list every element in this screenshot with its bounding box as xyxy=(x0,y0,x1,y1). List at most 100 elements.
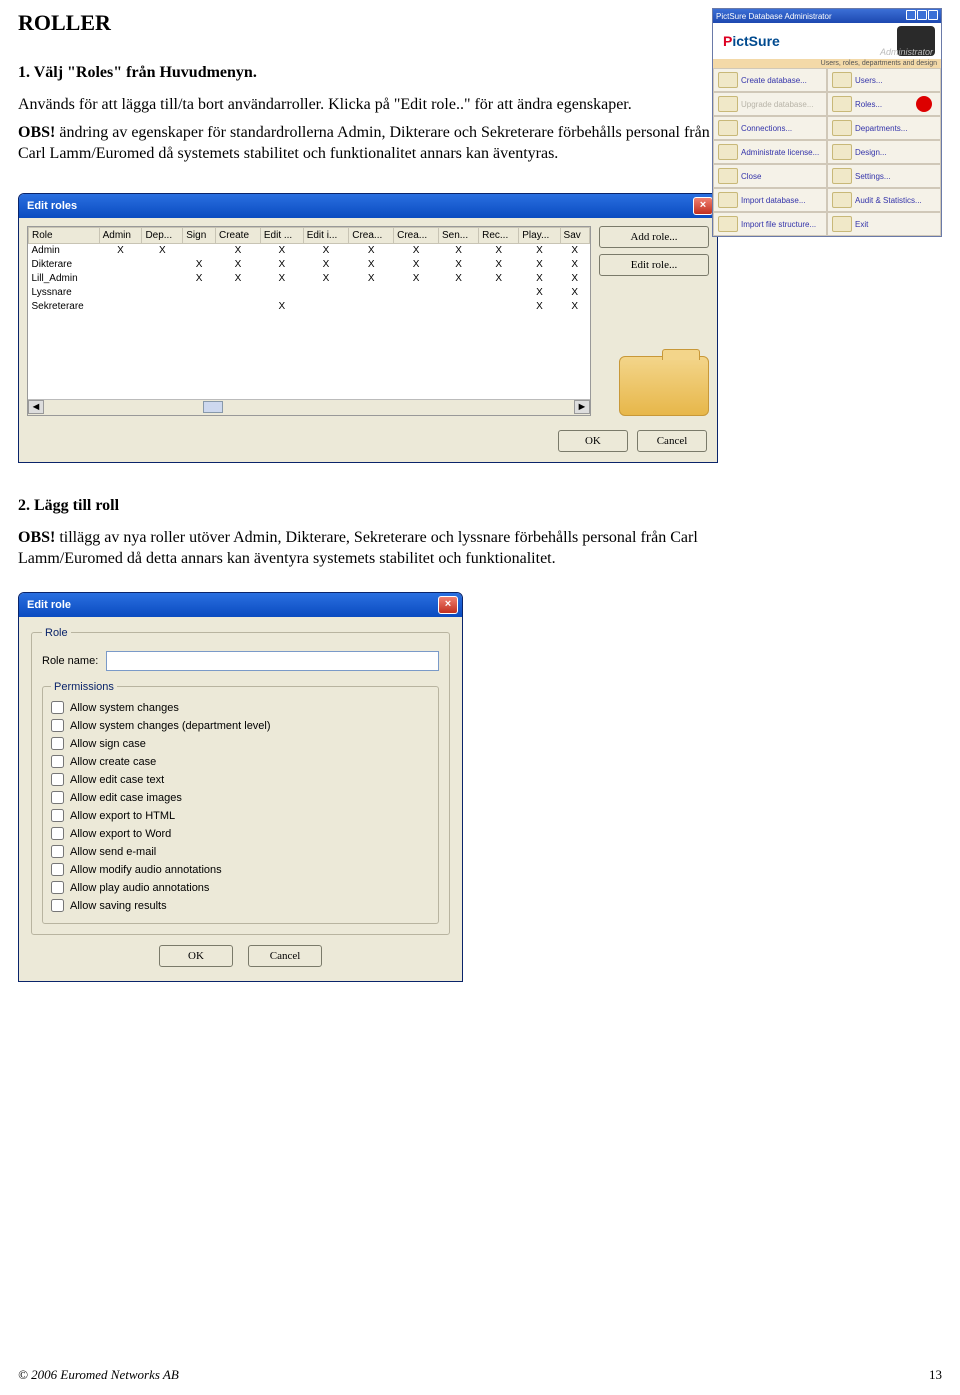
permission-checkbox[interactable] xyxy=(51,809,64,822)
column-header[interactable]: Sign xyxy=(183,227,216,243)
permission-checkbox[interactable] xyxy=(51,863,64,876)
column-header[interactable]: Rec... xyxy=(479,227,519,243)
menu-item-icon xyxy=(718,96,738,112)
column-header[interactable]: Role xyxy=(29,227,100,243)
permission-cell: X xyxy=(303,243,349,257)
close-icon[interactable]: × xyxy=(693,197,713,215)
permission-label: Allow modify audio annotations xyxy=(70,864,222,876)
column-header[interactable]: Create xyxy=(216,227,261,243)
column-header[interactable]: Dep... xyxy=(142,227,183,243)
permission-cell xyxy=(349,299,394,313)
admin-menu-item[interactable]: Audit & Statistics... xyxy=(827,188,941,212)
add-role-button[interactable]: Add role... xyxy=(599,226,709,248)
permission-checkbox[interactable] xyxy=(51,719,64,732)
column-header[interactable]: Edit ... xyxy=(260,227,303,243)
admin-menu-item[interactable]: Settings... xyxy=(827,164,941,188)
ok-button[interactable]: OK xyxy=(159,945,233,967)
ok-button[interactable]: OK xyxy=(558,430,628,452)
column-header[interactable]: Play... xyxy=(519,227,560,243)
roles-table[interactable]: RoleAdminDep...SignCreateEdit ...Edit i.… xyxy=(27,226,591,416)
menu-item-label: Administrate license... xyxy=(741,148,819,157)
admin-menu-item[interactable]: Exit xyxy=(827,212,941,236)
permission-cell xyxy=(142,257,183,271)
menu-item-icon xyxy=(832,120,852,136)
window-buttons[interactable] xyxy=(905,10,938,22)
role-group-legend: Role xyxy=(42,627,71,639)
column-header[interactable]: Sen... xyxy=(438,227,478,243)
admin-menu-item[interactable]: Close xyxy=(713,164,827,188)
horizontal-scrollbar[interactable]: ◄ ► xyxy=(28,399,590,415)
column-header[interactable]: Crea... xyxy=(349,227,394,243)
table-row[interactable]: DikterareXXXXXXXXXX xyxy=(29,257,590,271)
close-icon[interactable]: × xyxy=(438,596,458,614)
permission-row: Allow saving results xyxy=(51,897,430,915)
highlight-marker-icon xyxy=(916,96,932,112)
permission-label: Allow edit case images xyxy=(70,792,182,804)
permission-cell xyxy=(142,285,183,299)
permission-cell: X xyxy=(183,271,216,285)
menu-item-label: Create database... xyxy=(741,76,807,85)
menu-item-label: Audit & Statistics... xyxy=(855,196,922,205)
column-header[interactable]: Admin xyxy=(99,227,142,243)
menu-item-icon xyxy=(832,96,852,112)
permission-cell xyxy=(394,285,439,299)
admin-menu-item: Upgrade database... xyxy=(713,92,827,116)
permission-cell: X xyxy=(99,243,142,257)
permission-checkbox[interactable] xyxy=(51,755,64,768)
permission-cell xyxy=(99,299,142,313)
admin-menu-item[interactable]: Departments... xyxy=(827,116,941,140)
admin-menu-item[interactable]: Connections... xyxy=(713,116,827,140)
column-header[interactable]: Sav xyxy=(560,227,589,243)
scroll-right-icon[interactable]: ► xyxy=(574,400,590,414)
menu-item-label: Roles... xyxy=(855,100,882,109)
admin-menu-item[interactable]: Create database... xyxy=(713,68,827,92)
column-header[interactable]: Edit i... xyxy=(303,227,349,243)
permission-cell: X xyxy=(216,243,261,257)
admin-menu-item[interactable]: Roles... xyxy=(827,92,941,116)
permission-row: Allow modify audio annotations xyxy=(51,861,430,879)
admin-menu-item[interactable]: Import database... xyxy=(713,188,827,212)
admin-menu-item[interactable]: Users... xyxy=(827,68,941,92)
obs-2-label: OBS! xyxy=(18,529,55,546)
permission-cell xyxy=(438,285,478,299)
page-footer: © 2006 Euromed Networks AB 13 xyxy=(18,1367,942,1383)
permission-label: Allow export to HTML xyxy=(70,810,175,822)
permission-checkbox[interactable] xyxy=(51,845,64,858)
permission-cell: X xyxy=(438,271,478,285)
cancel-button[interactable]: Cancel xyxy=(637,430,707,452)
admin-window-title: PictSure Database Administrator xyxy=(716,12,832,21)
obs-1-label: OBS! xyxy=(18,124,55,141)
role-name-cell: Dikterare xyxy=(29,257,100,271)
cancel-button[interactable]: Cancel xyxy=(248,945,322,967)
table-row[interactable]: AdminXXXXXXXXXXX xyxy=(29,243,590,257)
permission-cell: X xyxy=(260,271,303,285)
menu-item-label: Exit xyxy=(855,220,868,229)
menu-item-icon xyxy=(832,216,852,232)
admin-menu-item[interactable]: Import file structure... xyxy=(713,212,827,236)
permission-checkbox[interactable] xyxy=(51,773,64,786)
table-row[interactable]: SekreterareXXX xyxy=(29,299,590,313)
admin-menu-item[interactable]: Design... xyxy=(827,140,941,164)
pictsure-logo: PictSure Administrator xyxy=(713,23,941,59)
permission-checkbox[interactable] xyxy=(51,827,64,840)
edit-role-button[interactable]: Edit role... xyxy=(599,254,709,276)
permission-checkbox[interactable] xyxy=(51,737,64,750)
permission-cell: X xyxy=(560,257,589,271)
role-name-cell: Sekreterare xyxy=(29,299,100,313)
permission-checkbox[interactable] xyxy=(51,701,64,714)
column-header[interactable]: Crea... xyxy=(394,227,439,243)
permission-cell: X xyxy=(394,257,439,271)
permission-checkbox[interactable] xyxy=(51,899,64,912)
permission-checkbox[interactable] xyxy=(51,791,64,804)
permission-cell: X xyxy=(560,299,589,313)
step-1: 1. Välj "Roles" från Huvudmenyn. xyxy=(18,64,718,82)
menu-item-label: Import file structure... xyxy=(741,220,816,229)
permission-label: Allow system changes xyxy=(70,702,179,714)
table-row[interactable]: Lill_AdminXXXXXXXXXX xyxy=(29,271,590,285)
permission-checkbox[interactable] xyxy=(51,881,64,894)
scroll-left-icon[interactable]: ◄ xyxy=(28,400,44,414)
permission-cell: X xyxy=(519,243,560,257)
role-name-input[interactable] xyxy=(106,651,439,671)
admin-menu-item[interactable]: Administrate license... xyxy=(713,140,827,164)
table-row[interactable]: LyssnareXX xyxy=(29,285,590,299)
